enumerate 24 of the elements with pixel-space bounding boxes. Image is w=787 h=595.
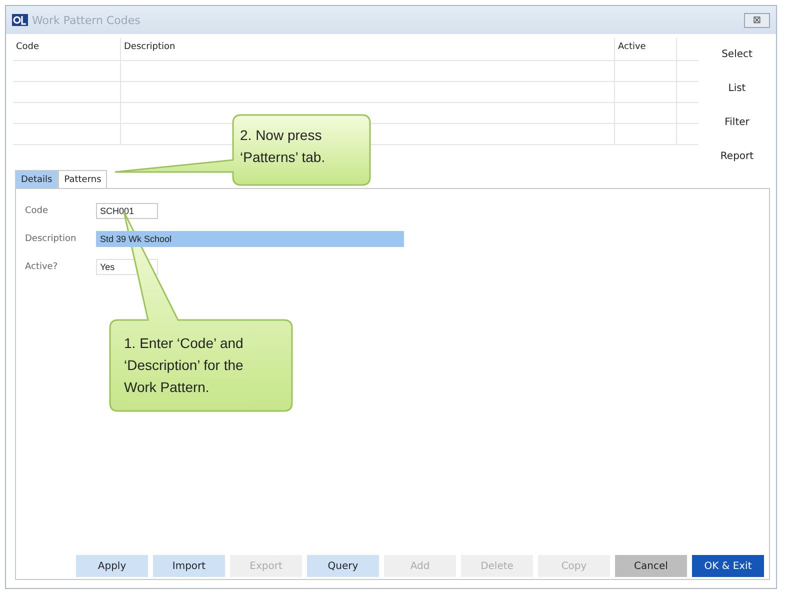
side-button[interactable]: Filter (720, 112, 754, 132)
input-field[interactable]: SCH001 (96, 203, 158, 219)
side-button[interactable]: List (724, 78, 750, 98)
side-button[interactable]: Select (718, 44, 756, 64)
action-button[interactable]: Cancel (615, 555, 687, 577)
callout-text: 1. Enter ‘Code’ and ‘Description’ for the Work Pattern. (124, 334, 244, 397)
action-button[interactable]: Apply (76, 555, 148, 577)
window-title: Work Pattern Codes (32, 14, 142, 26)
action-button[interactable]: Query (307, 555, 379, 577)
field-label: Active? (25, 262, 59, 272)
side-button[interactable]: Report (716, 146, 758, 166)
action-button[interactable]: OK & Exit (692, 555, 764, 577)
action-button[interactable]: Import (153, 555, 225, 577)
column-header: Active (615, 38, 677, 60)
input-field[interactable]: Std 39 Wk School (96, 231, 404, 247)
field-label: Description (25, 234, 78, 244)
field-label: Code (25, 206, 50, 216)
close-button[interactable]: ⊠ (744, 12, 770, 28)
column-header: Code (13, 38, 121, 60)
app-logo-icon (12, 14, 28, 26)
column-header: Description (121, 38, 615, 60)
tab[interactable]: Patterns (58, 170, 108, 188)
callout-text: 2. Now press ‘Patterns’ tab. (240, 126, 326, 167)
tab[interactable]: Details (15, 170, 58, 188)
